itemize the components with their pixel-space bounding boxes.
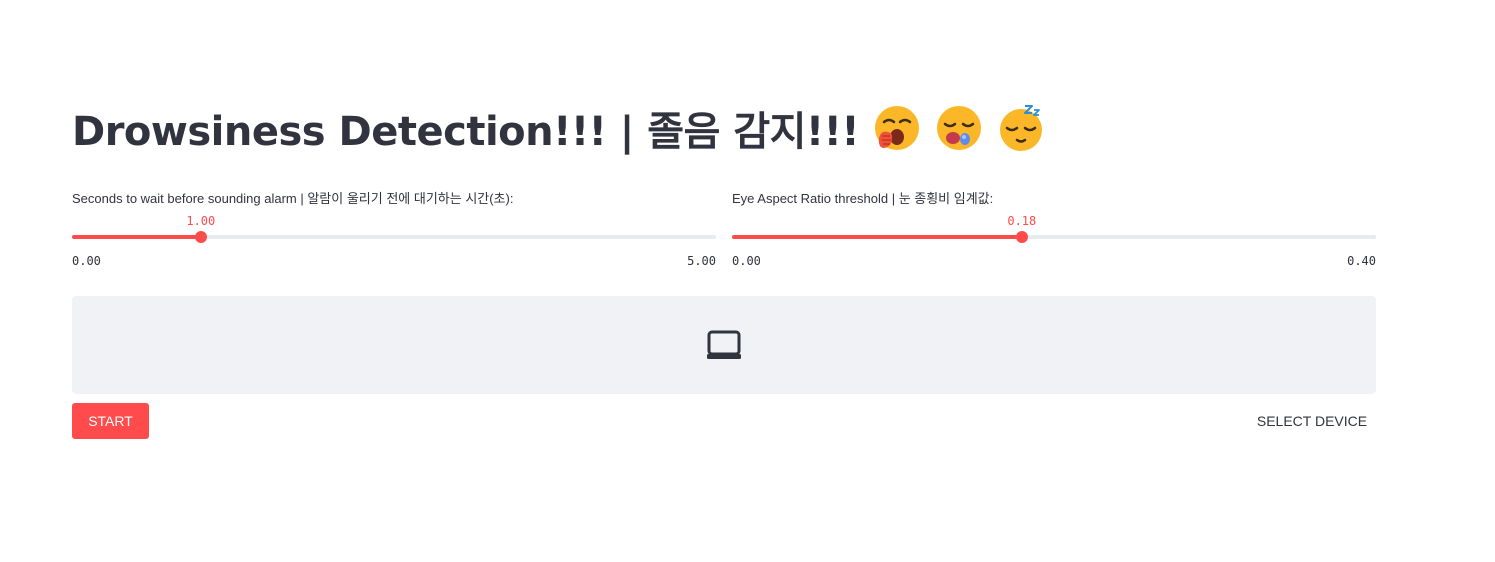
sleepy-face-icon	[937, 106, 982, 150]
ear-threshold-slider-min: 0.00	[732, 254, 761, 268]
alarm-wait-slider-track[interactable]	[72, 235, 716, 239]
title-emojis	[873, 104, 1045, 152]
app-page: Drowsiness Detection!!! | 졸음 감지!!! Secon…	[0, 0, 1495, 562]
yawning-face-icon	[875, 106, 920, 150]
page-title-row: Drowsiness Detection!!! | 졸음 감지!!!	[72, 96, 1045, 160]
alarm-wait-slider-min: 0.00	[72, 254, 101, 268]
alarm-wait-slider-max: 5.00	[687, 254, 716, 268]
ear-threshold-slider-track[interactable]	[732, 235, 1376, 239]
ear-threshold-slider-max: 0.40	[1347, 254, 1376, 268]
alarm-wait-slider-label: Seconds to wait before sounding alarm | …	[72, 191, 514, 206]
ear-threshold-slider-fill	[732, 235, 1022, 239]
alarm-wait-slider-value: 1.00	[186, 214, 216, 228]
video-preview	[72, 296, 1376, 394]
ear-threshold-slider-value: 0.18	[1007, 214, 1037, 228]
ear-threshold-slider[interactable]: Eye Aspect Ratio threshold | 눈 종횡비 임계값: …	[732, 188, 1376, 272]
ear-threshold-slider-thumb[interactable]	[1015, 231, 1028, 243]
page-title: Drowsiness Detection!!! | 졸음 감지!!!	[72, 109, 860, 155]
select-device-button[interactable]: SELECT DEVICE	[1248, 403, 1376, 439]
video-display-icon	[707, 330, 741, 359]
alarm-wait-slider-fill	[72, 235, 201, 239]
ear-threshold-slider-label: Eye Aspect Ratio threshold | 눈 종횡비 임계값:	[732, 191, 994, 206]
alarm-wait-slider[interactable]: Seconds to wait before sounding alarm | …	[72, 188, 716, 272]
alarm-wait-slider-thumb[interactable]	[194, 231, 207, 243]
sleeping-face-icon	[1000, 105, 1043, 151]
start-button[interactable]: START	[72, 403, 149, 439]
